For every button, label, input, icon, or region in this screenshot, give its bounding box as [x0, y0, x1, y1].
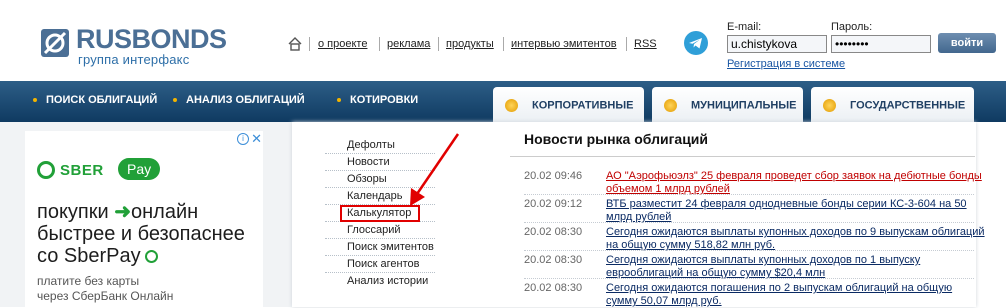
submenu-item-issuer-search[interactable]: Поиск эмитентов	[347, 241, 434, 253]
nav-link-products[interactable]: продукты	[446, 38, 494, 50]
email-field[interactable]: u.chistykova	[727, 35, 827, 53]
nav-quotes[interactable]: КОТИРОВКИ	[337, 94, 418, 106]
nav-link-interviews[interactable]: интервью эмитентов	[511, 38, 617, 50]
ad-close-icon[interactable]: ✕	[251, 131, 262, 147]
news-section-title: Новости рынка облигаций	[524, 131, 709, 147]
ad-info-icon[interactable]: i	[237, 133, 249, 145]
nav-separator	[626, 37, 627, 51]
ad-small-text: платите без карты через СберБанк Онлайн	[37, 274, 174, 303]
news-divider	[524, 250, 974, 252]
nav-separator	[309, 37, 310, 51]
submenu-item-glossary[interactable]: Глоссарий	[347, 224, 401, 236]
bullet-icon	[173, 98, 177, 103]
bullet-icon	[33, 98, 37, 103]
news-date: 20.02 09:46	[524, 170, 583, 182]
telegram-plane-icon	[689, 38, 702, 49]
news-divider	[524, 222, 974, 224]
submenu-divider	[325, 255, 435, 257]
submenu-item-calendar[interactable]: Календарь	[347, 190, 403, 202]
ad-headline: покупки ➜онлайн быстрее и безопаснее со …	[37, 201, 245, 267]
email-label: E-mail:	[727, 21, 762, 33]
login-button[interactable]: войти	[938, 33, 996, 53]
sberpay-ad-banner[interactable]: i ✕ SBER Pay покупки ➜онлайн быстрее и б…	[25, 131, 263, 307]
news-link[interactable]: Сегодня ожидаются выплаты купонных доход…	[606, 254, 986, 280]
submenu-item-defaults[interactable]: Дефолты	[347, 139, 395, 151]
news-link[interactable]: ВТБ разместит 24 февраля однодневные бон…	[606, 198, 986, 224]
submenu-divider	[325, 272, 435, 274]
nav-link-rss[interactable]: RSS	[634, 38, 657, 50]
sber-brand: SBER	[60, 162, 104, 179]
nav-separator	[379, 37, 380, 51]
logo-subtitle: группа интерфакс	[78, 52, 190, 67]
telegram-icon[interactable]	[684, 31, 708, 55]
submenu-divider	[325, 238, 435, 240]
news-link[interactable]: Сегодня ожидаются выплаты купонных доход…	[606, 226, 986, 252]
submenu-item-agent-search[interactable]: Поиск агентов	[347, 258, 420, 270]
register-link[interactable]: Регистрация в системе	[727, 58, 845, 70]
news-title-rule	[510, 156, 975, 157]
logo-mark-icon	[41, 29, 69, 57]
news-date: 20.02 08:30	[524, 254, 583, 266]
submenu-item-history-analysis[interactable]: Анализ истории	[347, 275, 428, 287]
nav-link-ads[interactable]: реклама	[387, 38, 430, 50]
rusbonds-logo[interactable]: RUSBONDS группа интерфакс	[38, 24, 248, 70]
nav-bond-analysis[interactable]: АНАЛИЗ ОБЛИГАЦИЙ	[173, 94, 305, 106]
bullet-icon	[337, 98, 341, 103]
nav-separator	[438, 37, 439, 51]
submenu-item-news[interactable]: Новости	[347, 156, 390, 168]
nav-separator	[503, 37, 504, 51]
annotation-arrow-icon	[410, 133, 460, 206]
sber-dot-icon	[144, 250, 158, 264]
sber-pay-badge: Pay	[118, 158, 161, 180]
arrow-right-icon: ➜	[114, 201, 132, 223]
news-date: 20.02 09:12	[524, 198, 583, 210]
news-divider	[524, 278, 974, 280]
news-link[interactable]: АО "Аэрофьюэлз" 25 февраля проведет сбор…	[606, 170, 986, 196]
logo-brand: RUSBONDS	[76, 24, 227, 54]
password-label: Пароль:	[831, 21, 873, 33]
coin-icon	[505, 99, 518, 112]
coin-icon	[823, 99, 836, 112]
sber-check-icon	[37, 161, 55, 179]
nav-link-about[interactable]: о проекте	[318, 38, 367, 50]
coin-icon	[664, 99, 677, 112]
home-icon[interactable]	[288, 37, 302, 51]
nav-bond-search[interactable]: ПОИСК ОБЛИГАЦИЙ	[33, 94, 157, 106]
main-nav-bar: ПОИСК ОБЛИГАЦИЙ АНАЛИЗ ОБЛИГАЦИЙ КОТИРОВ…	[0, 81, 1006, 128]
submenu-item-reviews[interactable]: Обзоры	[347, 173, 387, 185]
news-date: 20.02 08:30	[524, 282, 583, 294]
news-divider	[524, 194, 974, 196]
news-date: 20.02 08:30	[524, 226, 583, 238]
password-field[interactable]: ••••••••	[831, 35, 931, 53]
news-link[interactable]: Сегодня ожидаются погашения по 2 выпуска…	[606, 282, 986, 308]
